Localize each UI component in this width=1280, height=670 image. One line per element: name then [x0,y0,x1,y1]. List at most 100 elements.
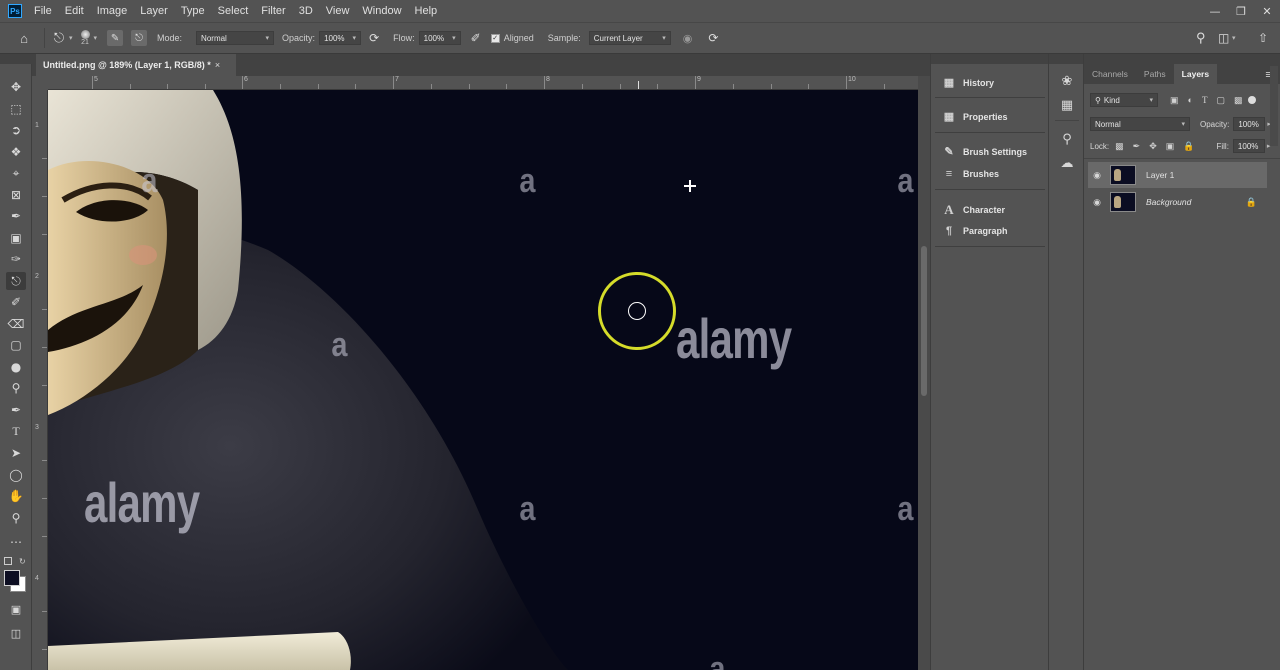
airbrush-icon[interactable]: ✐ [471,31,481,45]
filter-smart-object-icon[interactable]: ▩ [1234,95,1243,106]
tab-paths[interactable]: Paths [1136,64,1174,84]
panel-brushes[interactable]: ≡ Brushes [941,168,999,180]
learn-icon[interactable]: ⚲ [1058,130,1076,148]
ellipse-tool-icon[interactable]: ◯ [6,466,26,484]
menu-select[interactable]: Select [218,5,249,17]
lock-position-icon[interactable]: ✥ [1149,141,1157,152]
sample-select[interactable]: Current Layer ▾ [588,31,671,45]
tab-layers[interactable]: Layers [1173,64,1218,84]
libraries-icon[interactable]: ☁ [1058,154,1076,172]
quick-mask-icon[interactable]: ▣ [6,600,26,618]
eyedropper-tool-icon[interactable]: ✒ [6,207,26,225]
pen-tool-icon[interactable]: ✒ [6,401,26,419]
blend-mode-select[interactable]: Normal ▾ [1090,117,1190,131]
menu-view[interactable]: View [326,5,350,17]
clone-source-icon[interactable]: ⎋ [131,30,148,46]
lasso-tool-icon[interactable]: ➲ [6,121,26,139]
move-tool-icon[interactable]: ✥ [6,78,26,96]
ruler-vertical[interactable]: 1 2 3 4 [32,90,48,670]
menu-type[interactable]: Type [181,5,205,17]
clone-stamp-tool-icon[interactable]: ⎋ [6,272,26,290]
ruler-horizontal[interactable]: 5 6 7 8 9 10 [48,76,918,90]
layer-opacity-input[interactable]: 100% [1233,117,1266,131]
filter-pixel-icon[interactable]: ▣ [1170,95,1179,106]
home-icon[interactable]: ⌂ [16,31,32,46]
lock-image-icon[interactable]: ✒ [1133,141,1141,152]
path-selection-tool-icon[interactable]: ➤ [6,444,26,462]
layer-row-layer-1[interactable]: ◉ Layer 1 [1088,162,1267,188]
filter-kind-select[interactable]: ⚲ Kind ▾ [1090,93,1158,107]
zoom-tool-icon[interactable]: ⚲ [6,509,26,527]
ignore-adjustment-layers-icon[interactable]: ◉ [683,32,693,45]
tab-channels[interactable]: Channels [1084,64,1136,84]
panel-paragraph[interactable]: ¶ Paragraph [941,225,1008,237]
eraser-tool-icon[interactable]: ⌫ [6,315,26,333]
restore-icon[interactable]: ❐ [1228,0,1254,22]
visibility-eye-icon[interactable]: ◉ [1088,170,1106,181]
panel-properties[interactable]: ▦ Properties [941,110,1008,123]
search-icon[interactable]: ⚲ [1196,30,1206,46]
menu-file[interactable]: File [34,5,52,17]
opacity-input[interactable]: 100% ▾ [319,31,362,45]
blur-tool-icon[interactable]: ● [6,358,26,376]
lock-artboard-icon[interactable]: ▣ [1166,141,1175,152]
menu-filter[interactable]: Filter [261,5,285,17]
dodge-tool-icon[interactable]: ⚲ [6,379,26,397]
mode-select[interactable]: Normal ▾ [196,31,275,45]
scrollbar-thumb[interactable] [921,246,927,396]
close-icon[interactable]: ✕ [1254,0,1280,22]
chevron-down-icon[interactable]: ▾ [69,34,73,42]
screen-mode-icon[interactable]: ◫ [6,624,26,642]
filter-shape-icon[interactable]: ▢ [1216,95,1225,106]
aligned-checkbox[interactable]: ✓ Aligned [490,33,538,43]
document-tab[interactable]: Untitled.png @ 189% (Layer 1, RGB/8) * × [36,54,236,76]
panel-scrollbar[interactable] [1270,66,1278,146]
filter-adjustment-icon[interactable]: ◐ [1188,95,1193,105]
pressure-opacity-icon[interactable]: ⟳ [369,31,379,45]
close-icon[interactable]: × [215,60,220,70]
color-wheel-icon[interactable]: ❀ [1058,72,1076,90]
filter-type-icon[interactable]: T [1202,95,1208,105]
fill-input[interactable]: 100% [1232,139,1265,153]
panel-history[interactable]: ▦ History [941,76,994,89]
menu-help[interactable]: Help [415,5,438,17]
menu-window[interactable]: Window [362,5,401,17]
foreground-color-swatch[interactable] [4,570,20,586]
default-colors-icon[interactable] [4,557,12,565]
more-tools-icon[interactable]: ⋯ [6,533,26,551]
lock-all-icon[interactable]: 🔒 [1183,141,1194,152]
visibility-eye-icon[interactable]: ◉ [1088,197,1106,208]
history-brush-tool-icon[interactable]: ✐ [6,293,26,311]
lock-transparent-icon[interactable]: ▩ [1115,141,1124,152]
healing-brush-tool-icon[interactable]: ▣ [6,229,26,247]
chevron-down-icon[interactable]: ▾ [1232,34,1236,42]
brush-tool-icon[interactable]: ✑ [6,250,26,268]
minimize-icon[interactable]: — [1202,0,1228,22]
filter-toggle-icon[interactable] [1248,96,1257,104]
menu-layer[interactable]: Layer [140,5,168,17]
chevron-down-icon[interactable]: ▾ [94,34,98,42]
crop-tool-icon[interactable]: ⌖ [6,164,26,182]
panel-brush-settings[interactable]: ✎ Brush Settings [941,145,1027,158]
photoshop-app-icon[interactable]: Ps [8,4,22,18]
hand-tool-icon[interactable]: ✋ [6,487,26,505]
menu-image[interactable]: Image [97,5,128,17]
panel-character[interactable]: A Character [941,202,1005,218]
brush-settings-toggle-icon[interactable]: ✎ [107,30,124,46]
marquee-tool-icon[interactable]: ⬚ [6,100,26,118]
flow-input[interactable]: 100% ▾ [418,31,461,45]
brush-size-picker[interactable]: 21 [80,30,90,46]
swap-colors-icon[interactable]: ↻ [19,557,26,566]
quick-selection-tool-icon[interactable]: ❖ [6,143,26,161]
type-tool-icon[interactable]: T [6,422,26,440]
vertical-scrollbar[interactable] [918,76,930,670]
document-canvas[interactable]: a a a a a a a alamy alamy [48,90,918,670]
lock-icon[interactable]: 🔒 [1246,197,1257,208]
pressure-size-icon[interactable]: ⟳ [708,31,718,45]
menu-edit[interactable]: Edit [65,5,84,17]
workspace-icon[interactable]: ◫ [1218,31,1229,45]
menu-3d[interactable]: 3D [299,5,313,17]
share-icon[interactable]: ⇧ [1258,31,1268,45]
frame-tool-icon[interactable]: ⊠ [6,186,26,204]
clone-stamp-preset-icon[interactable]: ⎋ [51,30,67,46]
